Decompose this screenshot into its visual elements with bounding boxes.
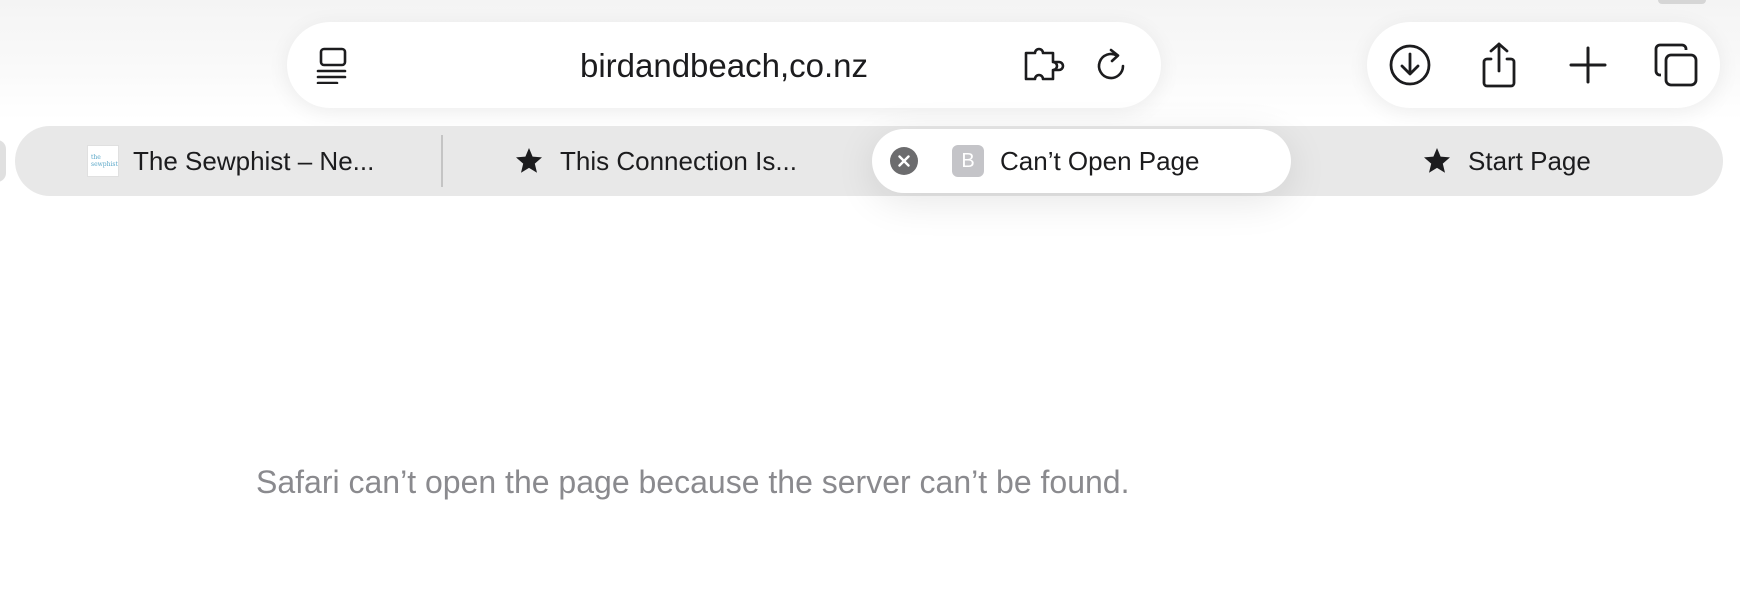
- tab-sewphist[interactable]: the sewphist The Sewphist – Ne...: [87, 126, 374, 196]
- tab-connection-warning[interactable]: This Connection Is...: [514, 126, 797, 196]
- url-field[interactable]: birdandbeach,co.nz: [437, 46, 1011, 86]
- tab-title: Can’t Open Page: [1000, 145, 1200, 176]
- site-letter-favicon: B: [952, 145, 984, 177]
- previous-tab-edge[interactable]: [0, 140, 6, 182]
- tab-title: The Sewphist – Ne...: [133, 145, 375, 176]
- status-indicator: [1658, 0, 1706, 4]
- sewphist-favicon: the sewphist: [87, 145, 119, 177]
- star-icon: [514, 146, 544, 176]
- reload-icon[interactable]: [1089, 43, 1133, 87]
- error-message: Safari can’t open the page because the s…: [256, 464, 1130, 500]
- tab-cant-open-page[interactable]: B Can’t Open Page: [890, 126, 1199, 196]
- browser-actions-toolbar: [1367, 22, 1720, 108]
- new-tab-plus-icon[interactable]: [1564, 41, 1612, 89]
- tab-title: Start Page: [1468, 145, 1591, 176]
- tab-overview-icon[interactable]: [1652, 41, 1700, 89]
- download-icon[interactable]: [1386, 41, 1434, 89]
- star-icon: [1422, 146, 1452, 176]
- close-tab-icon[interactable]: [890, 147, 918, 175]
- tab-title: This Connection Is...: [560, 145, 797, 176]
- tab-divider: [441, 135, 443, 187]
- share-icon[interactable]: [1475, 41, 1523, 89]
- address-bar[interactable]: birdandbeach,co.nz: [287, 22, 1161, 108]
- extension-puzzle-icon[interactable]: [1023, 43, 1067, 87]
- tab-start-page[interactable]: Start Page: [1422, 126, 1591, 196]
- reader-sidebar-icon[interactable]: [311, 43, 355, 87]
